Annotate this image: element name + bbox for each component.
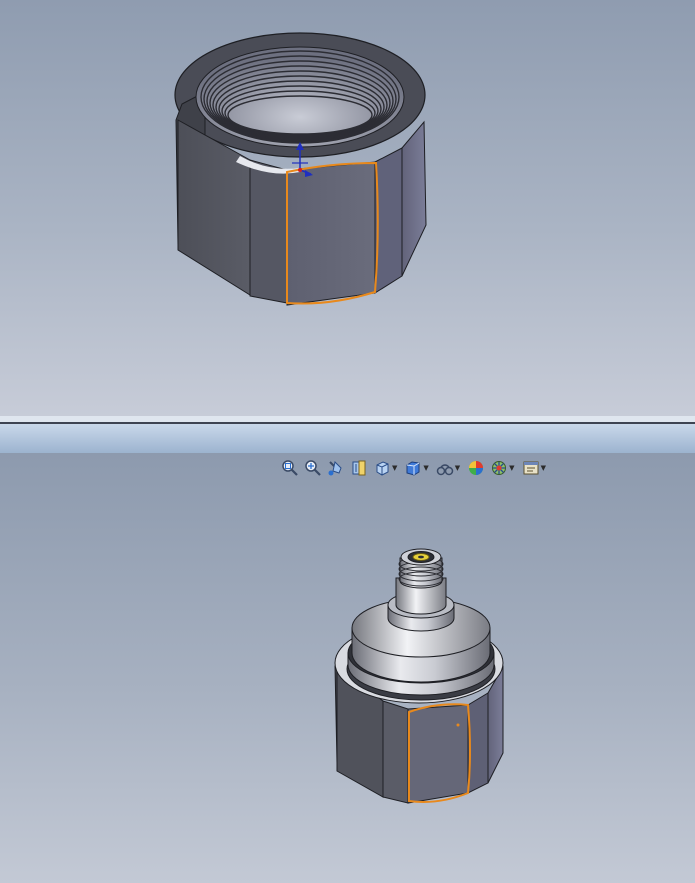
nut-model[interactable] [0,0,695,416]
viewport-splitter[interactable] [0,416,695,453]
connector-nut-face-left-chamfer[interactable] [382,700,409,804]
nut-face-far-right[interactable] [401,120,427,277]
connector-assembly-model[interactable] [0,453,695,883]
splitter-bar [0,424,695,453]
bottom-viewport[interactable]: ▼ ▼ ▼ ▼ ▼ [0,453,695,883]
nut-face-front[interactable] [286,161,376,306]
connector-thread-tip [398,548,444,589]
top-viewport[interactable] [0,0,695,416]
connector-nut-face-front[interactable] [407,704,469,804]
selection-marker [456,723,460,727]
nut-face-right[interactable] [374,147,403,294]
connector-nut-face-right[interactable] [467,692,489,794]
nut-face-left-chamfer[interactable] [249,159,288,304]
